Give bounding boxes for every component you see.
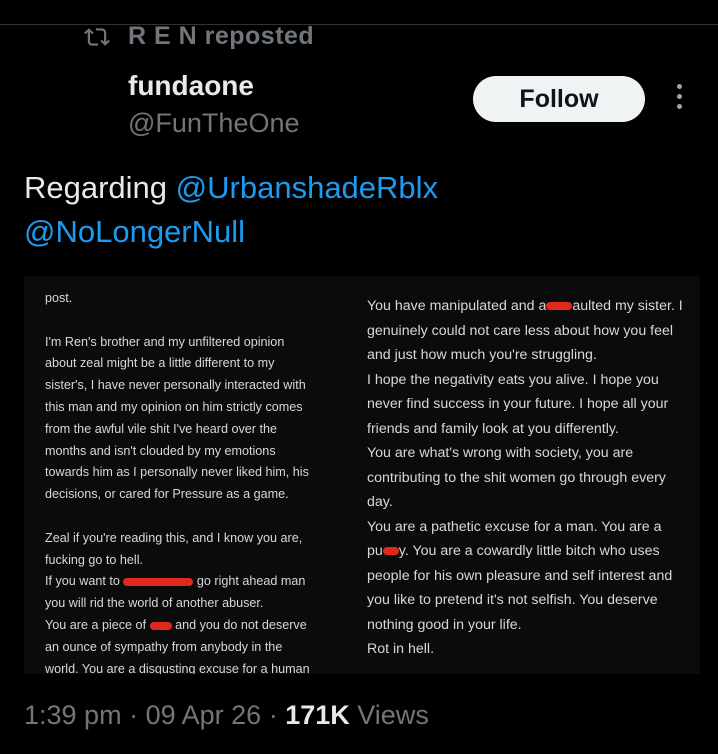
media-right-line: genuinely could not care less about how … <box>367 322 674 339</box>
tweet-prefix: Regarding <box>24 170 168 205</box>
meta-separator: · <box>129 700 139 730</box>
media-left-line: You are a piece of and you do not deserv… <box>45 617 307 632</box>
author-block: fundaone @FunTheOne <box>128 70 300 139</box>
media-right-line: and just how much you're struggling. <box>367 347 597 363</box>
follow-button[interactable]: Follow <box>473 76 645 122</box>
media-left-line: you will rid the world of another abuser… <box>45 596 264 611</box>
media-right-line: people for his own pleasure and self int… <box>367 567 673 584</box>
media-right-line: day. <box>367 494 393 510</box>
post-time[interactable]: 1:39 pm <box>24 700 122 730</box>
media-left-line: I'm Ren's brother and my unfiltered opin… <box>45 334 285 349</box>
media-right-line: pu y. You are a cowardly little bitch who… <box>367 543 660 559</box>
media-left-line: about zeal might be a little different t… <box>45 356 275 371</box>
media-left-line: Zeal if you're reading this, and I know … <box>45 530 303 545</box>
media-right-line: friends and family look at you different… <box>367 420 619 437</box>
media-left-line: If you want to go right ahead man <box>45 574 306 589</box>
media-left-line: post. <box>45 291 73 305</box>
media-text-right-column: You have manipulated and a aulted my sist… <box>367 294 697 662</box>
more-options-icon[interactable] <box>672 84 686 114</box>
media-right-line: You are what's wrong with society, you a… <box>367 445 634 461</box>
meta-separator: · <box>268 700 278 730</box>
media-left-line: decisions, or cared for Pressure as a ga… <box>45 487 289 502</box>
repost-label: R E N reposted <box>128 22 315 50</box>
views-label: Views <box>357 700 429 730</box>
redaction-mark <box>149 621 172 630</box>
tweet-meta: 1:39 pm · 09 Apr 26 · 171K Views <box>24 700 429 731</box>
redaction-mark <box>382 547 399 556</box>
media-left-line: fucking go to hell. <box>45 552 144 567</box>
media-left-line: towards him as I personally never liked … <box>45 465 309 480</box>
views-count[interactable]: 171K <box>285 700 350 730</box>
media-right-line: you like to pretend it's not selfish. Yo… <box>367 592 658 608</box>
media-right-line: nothing good in your life. <box>367 616 522 633</box>
tweet-media-image[interactable]: post. I'm Ren's brother and my unfiltere… <box>24 276 700 674</box>
media-left-line: months and isn't clouded by my emotions <box>45 443 276 458</box>
post-date[interactable]: 09 Apr 26 <box>146 700 262 730</box>
media-right-line: You have manipulated and a aulted my sist… <box>367 298 683 314</box>
author-display-name[interactable]: fundaone <box>128 70 300 102</box>
mention-link-urbanshade[interactable]: @UrbanshadeRblx <box>176 170 438 205</box>
media-right-line: contributing to the shit women go throug… <box>367 469 666 486</box>
repost-icon <box>84 27 110 46</box>
mention-link-nolongernull[interactable]: @NoLongerNull <box>24 214 245 249</box>
media-left-line: from the awful vile shit I've heard over… <box>45 421 278 436</box>
media-left-line: sister's, I have never personally intera… <box>45 378 306 393</box>
media-right-line: Rot in hell. <box>367 641 435 657</box>
media-left-line: an ounce of sympathy from anybody in the <box>45 639 283 654</box>
tweet-text: Regarding @UrbanshadeRblx @NoLongerNull <box>24 166 704 254</box>
media-right-line: You are a pathetic excuse for a man. You… <box>367 518 662 535</box>
repost-indicator[interactable]: R E N reposted <box>84 22 314 51</box>
media-left-line: this man and my opinion on him strictly … <box>45 399 303 414</box>
redaction-mark <box>546 302 573 311</box>
media-right-line: never find success in your future. I hop… <box>367 396 669 412</box>
media-text-left-column: post. I'm Ren's brother and my unfiltere… <box>45 288 340 674</box>
media-right-line: I hope the negativity eats you alive. I … <box>367 371 659 388</box>
author-handle[interactable]: @FunTheOne <box>128 108 300 139</box>
media-left-line: world. You are a disgusting excuse for a… <box>45 661 310 674</box>
redaction-mark <box>123 578 194 587</box>
